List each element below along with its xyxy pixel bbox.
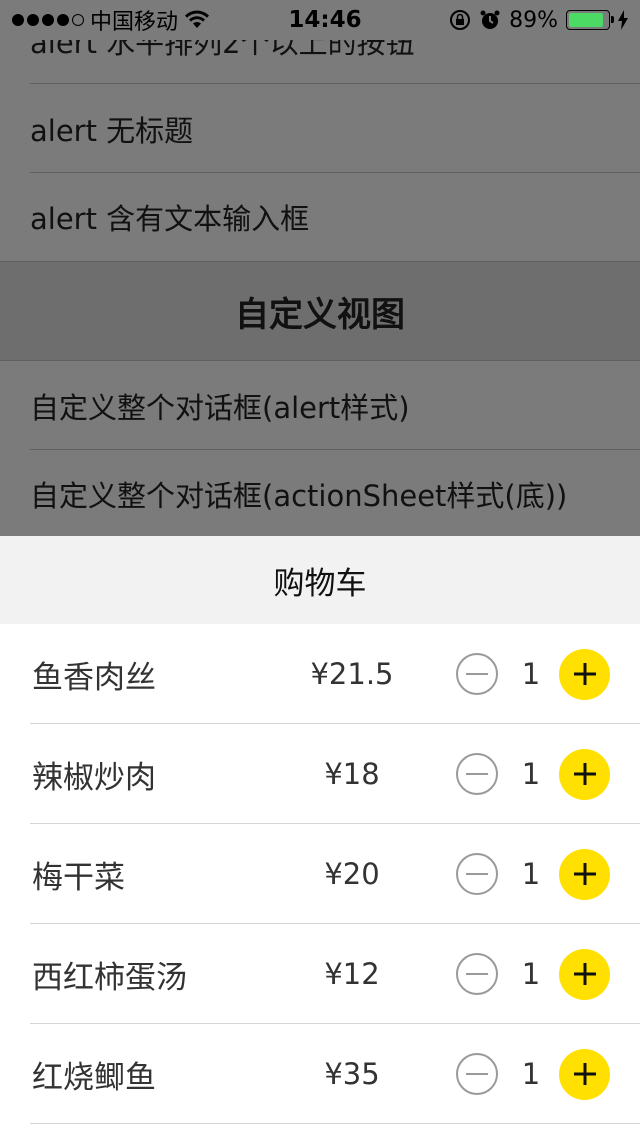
plus-icon (573, 763, 596, 785)
battery-percent: 89% (509, 7, 558, 33)
list-item-label: 自定义整个对话框(actionSheet样式(底)) (30, 479, 568, 513)
minus-button[interactable] (456, 853, 498, 895)
item-price: ¥21.5 (310, 657, 394, 691)
item-name: 红烧鲫鱼 (32, 1059, 156, 1096)
cart-row: 辣椒炒肉 ¥18 1 (0, 724, 640, 824)
list-item-label: alert 无标题 (30, 114, 194, 148)
minus-button[interactable] (456, 753, 498, 795)
item-name: 梅干菜 (32, 859, 125, 896)
list-item-custom-actionsheet[interactable]: 自定义整个对话框(actionSheet样式(底)) (0, 450, 640, 536)
cart-row: 鱼香肉丝 ¥21.5 1 (0, 624, 640, 724)
item-quantity: 1 (521, 957, 541, 991)
cart-row: 西红柿蛋汤 ¥12 1 (0, 924, 640, 1024)
background-list: alert 水平排列2个以上的按钮 alert 无标题 alert 含有文本输入… (0, 0, 640, 536)
minus-icon (466, 1073, 488, 1075)
list-item-label: alert 含有文本输入框 (30, 202, 310, 236)
plus-button[interactable] (559, 648, 610, 700)
minus-button[interactable] (456, 953, 498, 995)
item-quantity: 1 (521, 757, 541, 791)
carrier-label: 中国移动 (90, 10, 179, 35)
item-name: 鱼香肉丝 (32, 659, 156, 696)
item-price: ¥20 (324, 857, 380, 891)
status-bar: 中国移动 14:46 89% (0, 0, 640, 40)
plus-button[interactable] (559, 848, 610, 900)
minus-button[interactable] (456, 653, 498, 695)
list-item-alert-text-input[interactable]: alert 含有文本输入框 (0, 173, 640, 261)
item-quantity: 1 (521, 1057, 541, 1091)
minus-icon (466, 673, 488, 675)
rotation-lock-icon (450, 10, 471, 30)
plus-button[interactable] (559, 948, 610, 1000)
plus-button[interactable] (559, 1048, 610, 1100)
item-name: 西红柿蛋汤 (32, 959, 187, 996)
plus-icon (573, 663, 596, 685)
cart-row: 红烧鲫鱼 ¥35 1 (0, 1024, 640, 1124)
item-quantity: 1 (521, 857, 541, 891)
item-quantity: 1 (521, 657, 541, 691)
item-price: ¥35 (324, 1057, 380, 1091)
item-name: 辣椒炒肉 (32, 759, 156, 796)
cart-row: 梅干菜 ¥20 1 (0, 824, 640, 924)
minus-button[interactable] (456, 1053, 498, 1095)
section-header: 自定义视图 (0, 261, 640, 361)
charging-icon (618, 10, 628, 30)
plus-icon (573, 963, 596, 985)
plus-icon (573, 863, 596, 885)
alarm-icon (480, 10, 500, 29)
list-item-custom-alert[interactable]: 自定义整个对话框(alert样式) (0, 362, 640, 450)
item-price: ¥18 (324, 757, 380, 791)
cart-title: 购物车 (0, 536, 640, 624)
battery-icon (566, 10, 614, 30)
cart-sheet: 购物车 鱼香肉丝 ¥21.5 1 辣椒炒肉 ¥18 1 梅干菜 ¥20 1 西红… (0, 536, 640, 1136)
item-price: ¥12 (324, 957, 380, 991)
plus-icon (573, 1063, 596, 1085)
minus-icon (466, 873, 488, 875)
list-item-alert-no-title[interactable]: alert 无标题 (0, 85, 640, 173)
minus-icon (466, 773, 488, 775)
status-time: 14:46 (288, 7, 362, 33)
plus-button[interactable] (559, 748, 610, 800)
list-item-label: 自定义整个对话框(alert样式) (30, 391, 410, 425)
minus-icon (466, 973, 488, 975)
signal-icon (12, 14, 84, 26)
wifi-icon (185, 10, 210, 28)
